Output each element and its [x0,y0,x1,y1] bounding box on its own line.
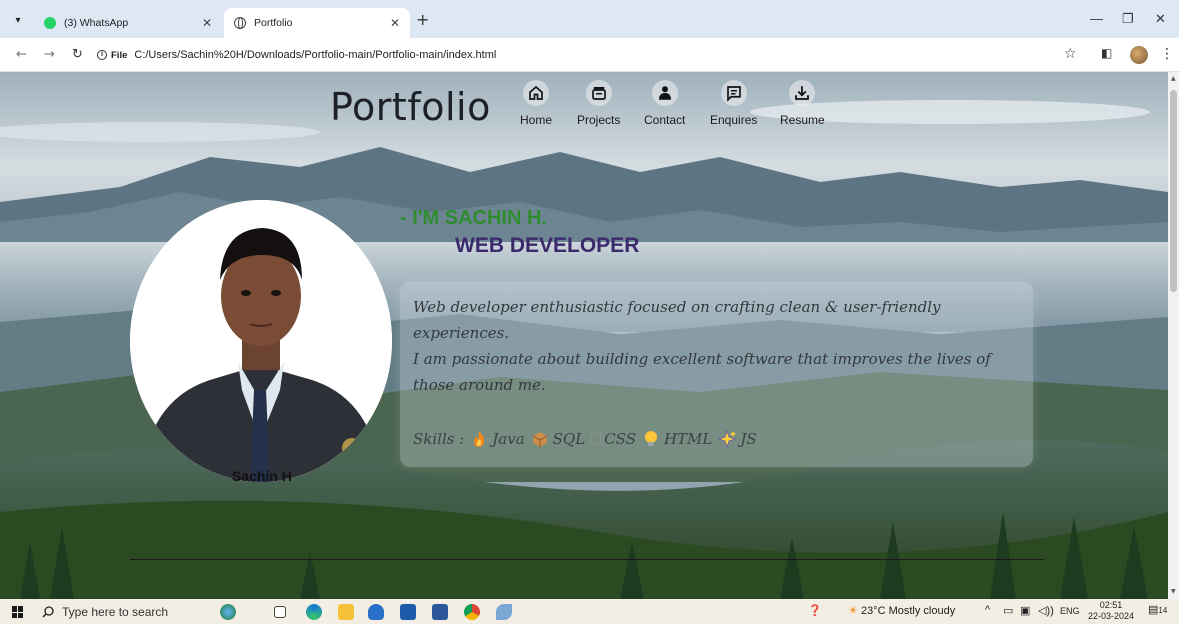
chat-icon [726,86,741,102]
weather-icon: ☀ [848,605,858,617]
nav-contact[interactable]: Contact [644,80,685,127]
projects-icon [591,87,606,100]
chrome-icon[interactable] [464,604,480,620]
clock-time: 02:51 [1099,600,1123,610]
edge-browser-icon[interactable] [306,604,322,620]
notification-center[interactable]: ▤14 [1148,603,1167,616]
new-tab-button[interactable]: + [416,12,429,28]
close-tab-icon[interactable]: ✕ [390,16,400,30]
package-icon [532,432,547,447]
bookmark-star-icon[interactable]: ☆ [1064,46,1077,62]
about-text: Web developer enthusiastic focused on cr… [413,294,1025,398]
profile-portrait-image [130,200,392,482]
tab-portfolio[interactable]: Portfolio ✕ [224,8,410,38]
fire-icon [474,431,485,447]
contact-icon [658,86,671,100]
mail-icon[interactable] [368,604,384,620]
search-icon [42,605,54,617]
site-info-chip[interactable]: i File [97,50,127,61]
skill-css: CSS [604,430,636,448]
store-icon[interactable] [400,604,416,620]
nav-home[interactable]: Home [520,80,552,127]
tab-whatsapp[interactable]: (3) WhatsApp ✕ [34,8,222,38]
page-viewport: Portfolio Home Projects Contact Enquires… [0,72,1168,599]
menu-kebab-icon[interactable]: ⋮ [1160,46,1174,62]
globe-icon [234,17,246,29]
scrollbar-thumb[interactable] [1170,90,1177,292]
nav-label: Home [520,113,553,127]
reload-button[interactable]: ↻ [72,47,83,62]
maximize-button[interactable]: ❐ [1122,11,1134,27]
skills-label: Skills : [413,430,465,448]
clock[interactable]: 02:51 22-03-2024 [1088,600,1134,622]
profile-avatar[interactable] [1130,46,1148,64]
tab-search-icon[interactable]: ▾ [8,10,28,30]
skill-html: HTML [663,430,713,448]
address-bar: ← → ↻ i File C:/Users/Sachin%20H/Downloa… [0,38,1179,72]
about-line: I am passionate about building excellent… [413,350,991,394]
back-button[interactable]: ← [16,47,27,62]
about-line: Web developer enthusiastic focused on cr… [413,298,941,342]
greeting-heading: - I'M SACHIN H. [400,207,547,229]
search-placeholder: Type here to search [62,604,169,619]
clock-date: 22-03-2024 [1088,611,1135,621]
scroll-up-icon[interactable]: ▲ [1171,75,1176,82]
side-panel-icon[interactable]: ◧ [1101,46,1112,60]
file-explorer-icon[interactable] [338,604,354,620]
language-indicator[interactable]: ENG [1060,606,1080,616]
task-view-icon[interactable] [274,606,286,618]
info-icon: i [97,50,107,60]
volume-icon[interactable]: ◁)) [1038,604,1054,617]
nav-label: Projects [577,113,621,127]
help-icon[interactable]: ❓ [808,604,822,617]
role-heading: WEB DEVELOPER [455,234,640,257]
tray-overflow-icon[interactable]: ^ [985,604,990,616]
nav-projects[interactable]: Projects [577,80,620,127]
skill-js: JS [740,430,757,448]
windows-start-icon[interactable] [12,606,24,618]
url-field[interactable]: i File C:/Users/Sachin%20H/Downloads/Por… [97,43,1167,67]
nav-resume[interactable]: Resume [780,80,825,127]
url-text: C:/Users/Sachin%20H/Downloads/Portfolio-… [134,49,497,61]
minimize-button[interactable]: — [1090,11,1103,26]
notification-count: 14 [1158,606,1168,615]
battery-icon[interactable]: ▭ [1003,604,1013,617]
tab-title: Portfolio [254,17,293,29]
nav-label: Enquires [710,113,758,127]
windows-taskbar: Type here to search ❓ ☀ 23°C Mostly clou… [0,599,1179,624]
notification-icon: ▤ [1148,604,1159,616]
sparkles-icon [718,430,737,448]
file-label: File [111,49,128,61]
forward-button[interactable]: → [44,47,55,62]
word-icon[interactable] [432,604,448,620]
page-scrollbar[interactable]: ▲ ▼ [1168,72,1179,599]
skill-sql: SQL [552,430,586,448]
scroll-down-icon[interactable]: ▼ [1171,588,1176,595]
weather-widget[interactable]: ☀ 23°C Mostly cloudy [848,604,955,617]
skill-java: Java [492,430,525,448]
nav-label: Contact [644,113,686,127]
tab-strip: ▾ (3) WhatsApp ✕ Portfolio ✕ + — ❐ ✕ [0,0,1179,38]
whatsapp-icon [44,17,56,29]
nav-enquires[interactable]: Enquires [710,80,757,127]
network-icon[interactable]: ▣ [1020,604,1030,617]
news-globe-icon[interactable] [220,604,236,620]
weather-text: 23°C Mostly cloudy [860,605,956,617]
nav-label: Resume [780,113,825,127]
tab-title: (3) WhatsApp [64,17,129,29]
download-icon [795,86,810,100]
section-divider [130,559,1044,560]
close-tab-icon[interactable]: ✕ [202,16,212,30]
missing-glyph-icon [591,433,602,445]
profile-photo-caption: Sachin H [232,468,292,484]
skills-row: Skills : Java SQL CSS HTML JS [413,430,757,448]
close-window-button[interactable]: ✕ [1155,11,1166,27]
taskbar-search[interactable]: Type here to search [42,599,202,624]
app-icon[interactable] [496,604,512,620]
home-icon [529,85,543,100]
about-card: Web developer enthusiastic focused on cr… [400,282,1033,467]
site-brand[interactable]: Portfolio [330,85,491,129]
profile-photo [130,200,392,482]
lightbulb-icon [644,431,657,446]
